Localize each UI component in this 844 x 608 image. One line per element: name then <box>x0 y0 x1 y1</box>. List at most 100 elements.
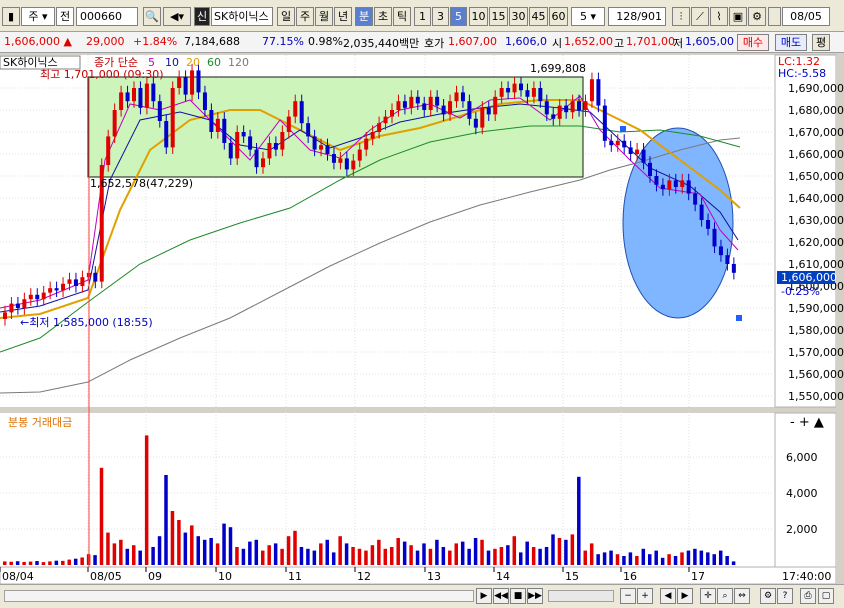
pattern-icon[interactable]: ⌇ <box>710 7 728 26</box>
magnify-icon[interactable]: ⌕ <box>717 588 733 604</box>
candle-body <box>254 149 259 168</box>
horizontal-scrollbar[interactable] <box>4 590 474 602</box>
candle-body <box>448 101 453 115</box>
interval-10[interactable]: 10 <box>469 7 488 26</box>
volume-bar <box>144 435 149 565</box>
volume-bar <box>473 538 478 565</box>
candle-body <box>718 246 723 256</box>
period-year[interactable]: 년 <box>334 7 352 26</box>
candle-body <box>525 90 530 97</box>
buy-button[interactable]: 매수 <box>737 34 769 51</box>
chart-area[interactable]: SK하이닉스 종가 단순 5 10 20 60 120 최고 1,701,000… <box>0 53 844 608</box>
candle-body <box>648 162 652 176</box>
draw-tool-icon[interactable]: ⟋ <box>691 7 709 26</box>
window-icon[interactable]: ▢ <box>818 588 834 604</box>
candle-body <box>9 303 14 313</box>
candle-style-icon[interactable]: ⫶ <box>672 7 690 26</box>
candle-body <box>261 158 265 168</box>
next-icon[interactable]: ▶ <box>677 588 693 604</box>
scroll-start-icon[interactable]: ▶ <box>476 588 492 604</box>
rewind-icon[interactable]: ◀◀ <box>493 588 509 604</box>
interval-3[interactable]: 3 <box>432 7 449 26</box>
candle-body <box>119 92 124 110</box>
speed-slider[interactable] <box>548 590 614 602</box>
period-minute[interactable]: 분 <box>355 7 373 26</box>
save-icon[interactable]: ▣ <box>729 7 747 26</box>
avg-button[interactable]: 평 <box>812 34 830 51</box>
price-change: 29,000 <box>86 35 125 48</box>
period-second[interactable]: 초 <box>374 7 392 26</box>
candle-body <box>164 121 169 148</box>
candle-body <box>596 79 601 106</box>
volume-bar <box>228 527 233 565</box>
volume-bar <box>512 536 517 565</box>
volume-bar <box>531 547 536 565</box>
date-checkbox[interactable] <box>768 7 781 26</box>
fit-icon[interactable]: ⇔ <box>734 588 750 604</box>
interval-select[interactable]: 5 ▾ <box>571 7 605 26</box>
turnover-pct: 0.98% <box>308 35 343 48</box>
crosshair-icon[interactable]: ✛ <box>700 588 716 604</box>
volume-bar <box>254 539 259 565</box>
interval-1[interactable]: 1 <box>414 7 431 26</box>
volume-bar <box>119 539 123 565</box>
volume-bar <box>202 539 207 565</box>
candle-body <box>357 149 362 161</box>
gear-icon[interactable]: ⚙ <box>748 7 766 26</box>
forward-icon[interactable]: ▶▶ <box>527 588 543 604</box>
candle-body <box>202 92 207 110</box>
settings-icon[interactable]: ⚙ <box>760 588 776 604</box>
prev-icon[interactable]: ◀ <box>660 588 676 604</box>
candle-body <box>280 132 285 150</box>
help-icon[interactable]: ? <box>777 588 793 604</box>
candle-body <box>344 158 349 170</box>
interval-30[interactable]: 30 <box>509 7 528 26</box>
count-field[interactable]: 128/901 <box>608 7 666 26</box>
date-tick-label: 10 <box>218 570 232 583</box>
period-tick[interactable]: 틱 <box>393 7 411 26</box>
interval-60[interactable]: 60 <box>549 7 568 26</box>
zoom-in-icon[interactable]: + <box>637 588 653 604</box>
volume-bar <box>396 538 400 565</box>
candle-body <box>589 79 594 102</box>
sell-button[interactable]: 매도 <box>775 34 807 51</box>
candle-body <box>583 101 588 110</box>
legend-ma60: 60 <box>207 56 221 69</box>
sound-icon[interactable]: ◀▾ <box>163 7 191 26</box>
price-ticks: 1,690,000 1,680,000 1,670,000 1,660,000 1,65… <box>788 82 844 403</box>
candle-body <box>3 312 7 319</box>
candle-body <box>196 70 201 93</box>
volume-bar <box>583 550 587 565</box>
chart-type-icon[interactable]: ▮ <box>2 7 20 26</box>
zoom-out-icon[interactable]: − <box>620 588 636 604</box>
date-tick-label: 14 <box>496 570 510 583</box>
interval-45[interactable]: 45 <box>529 7 548 26</box>
candle-body <box>396 101 401 110</box>
candle-body <box>706 220 711 229</box>
volume-bar <box>564 539 568 565</box>
candle-body <box>557 105 562 119</box>
candle-body <box>144 83 149 108</box>
high-price: 1,701,00 <box>626 35 675 48</box>
box-top-value: 1,699,808 <box>530 62 586 75</box>
volume-bar <box>9 561 13 565</box>
volume-bar <box>48 561 52 565</box>
search-icon[interactable]: 🔍 <box>143 7 161 26</box>
interval-15[interactable]: 15 <box>489 7 508 26</box>
zoom-controls[interactable]: - + ▲ <box>790 415 824 430</box>
price-tick-label: 1,590,000 <box>788 302 844 315</box>
date-tick-label: 09 <box>148 570 162 583</box>
stop-icon[interactable]: ■ <box>510 588 526 604</box>
period-day[interactable]: 일 <box>277 7 295 26</box>
market-select[interactable]: 주 ▾ <box>21 7 55 26</box>
code-input[interactable]: 000660 <box>76 7 138 26</box>
period-week[interactable]: 주 <box>296 7 314 26</box>
period-month[interactable]: 월 <box>315 7 333 26</box>
volume-bar <box>435 539 439 565</box>
candle-body <box>577 101 582 110</box>
interval-5[interactable]: 5 <box>450 7 467 26</box>
date-input[interactable]: 08/05 <box>782 7 830 26</box>
candle-body <box>61 283 66 291</box>
stock-name-field[interactable]: SK하이닉스 <box>211 7 273 26</box>
print-icon[interactable]: ⎙ <box>800 588 816 604</box>
